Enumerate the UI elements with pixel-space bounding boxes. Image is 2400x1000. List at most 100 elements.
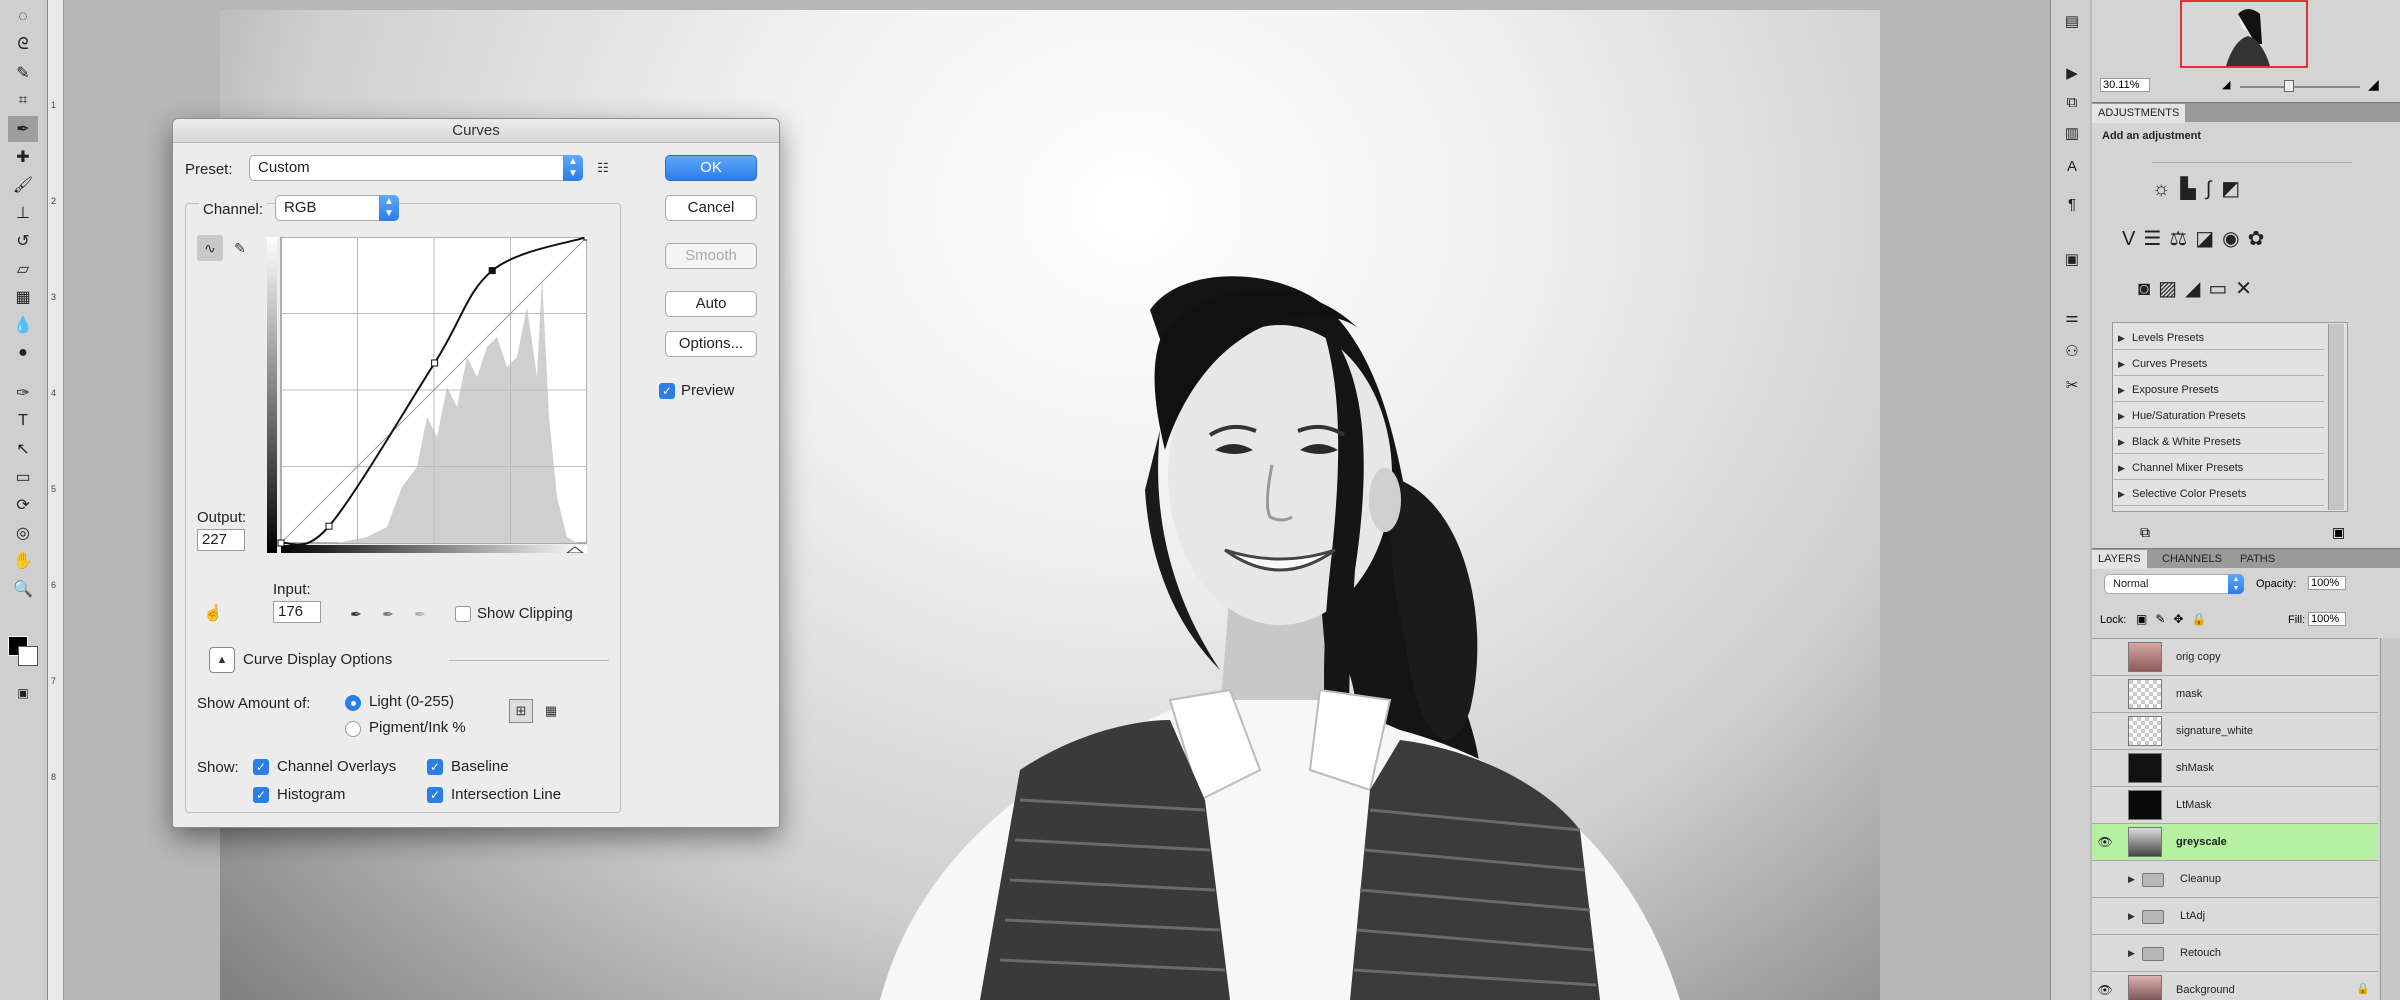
clone-stamp-tool-icon[interactable]: ⊥ (8, 200, 38, 226)
pencil-draw-icon[interactable]: ✎ (227, 235, 253, 261)
cancel-button[interactable]: Cancel (665, 195, 757, 221)
input-field[interactable]: 176 (273, 601, 321, 623)
history-brush-tool-icon[interactable]: ↺ (8, 228, 38, 254)
hand-tool-icon[interactable]: ✋ (8, 548, 38, 574)
baseline-checkbox[interactable]: ✓ (427, 759, 443, 775)
layer-row[interactable]: mask (2092, 676, 2378, 713)
preview-checkbox[interactable]: ✓ (659, 383, 675, 399)
tab-adjustments[interactable]: ADJUSTMENTS (2092, 104, 2186, 123)
preset-item[interactable]: Curves Presets (2114, 352, 2324, 376)
layer-row[interactable]: 👁 greyscale (2092, 824, 2378, 861)
collapse-toggle-icon[interactable]: ▲ (209, 647, 235, 673)
color-balance-icon[interactable]: ⚖ (2169, 228, 2195, 250)
channel-select[interactable]: RGB ▲ ▼ (275, 195, 399, 221)
intersection-line-checkbox[interactable]: ✓ (427, 787, 443, 803)
preset-item[interactable]: Hue/Saturation Presets (2114, 404, 2324, 428)
show-clipping-checkbox[interactable] (455, 606, 471, 622)
brush-tool-icon[interactable]: 🖌 (8, 172, 38, 198)
preset-options-icon[interactable]: ☷ (593, 157, 613, 179)
type-tool-icon[interactable]: T (8, 408, 38, 434)
curve-edit-point-icon[interactable]: ∿ (197, 235, 223, 261)
group-expand-icon[interactable]: ▶ (2128, 935, 2135, 972)
tab-channels[interactable]: CHANNELS (2156, 550, 2228, 569)
exposure-icon[interactable]: ◩ (2221, 178, 2250, 200)
quick-select-tool-icon[interactable]: ✎ (8, 60, 38, 86)
layers-scrollbar[interactable] (2380, 638, 2400, 1000)
clip-to-layer-icon[interactable]: ▣ (2332, 524, 2345, 541)
preset-item[interactable]: Selective Color Presets (2114, 482, 2324, 506)
histogram-checkbox[interactable]: ✓ (253, 787, 269, 803)
zoom-slider-track[interactable] (2240, 86, 2360, 88)
group-expand-icon[interactable]: ▶ (2128, 861, 2135, 898)
visibility-eye-icon[interactable] (2096, 796, 2114, 814)
curve-control-point[interactable] (583, 237, 587, 241)
quick-mask-icon[interactable]: ▣ (8, 680, 38, 706)
visibility-eye-icon[interactable] (2096, 944, 2114, 962)
visibility-eye-icon[interactable] (2096, 870, 2114, 888)
info-panel-icon[interactable]: ▣ (2061, 250, 2083, 272)
curve-display-options-label[interactable]: Curve Display Options (243, 651, 392, 668)
visibility-eye-icon[interactable] (2096, 648, 2114, 666)
lasso-tool-icon[interactable]: ᘓ (8, 32, 38, 58)
blur-tool-icon[interactable]: 💧 (8, 312, 38, 338)
gray-eyedropper-icon[interactable]: ✒ (377, 603, 399, 625)
paragraph-panel-icon[interactable]: ¶ (2061, 196, 2083, 218)
gradient-map-icon[interactable]: ▭ (2208, 278, 2235, 300)
gradient-tool-icon[interactable]: ▦ (8, 284, 38, 310)
curve-graph[interactable] (267, 237, 587, 553)
background-color-swatch[interactable] (18, 646, 38, 666)
layer-row[interactable]: shMask (2092, 750, 2378, 787)
pigment-radio[interactable] (345, 721, 361, 737)
channel-mixer-icon[interactable]: ✿ (2248, 228, 2273, 250)
history-panel-icon[interactable]: ⧉ (2061, 94, 2083, 116)
preset-item[interactable]: Black & White Presets (2114, 430, 2324, 454)
layer-row[interactable]: LtMask (2092, 787, 2378, 824)
visibility-eye-icon[interactable] (2096, 907, 2114, 925)
hue-saturation-icon[interactable]: ☰ (2143, 228, 2169, 250)
pen-tool-icon[interactable]: ✑ (8, 380, 38, 406)
3d-camera-tool-icon[interactable]: ◎ (8, 520, 38, 546)
layer-row[interactable]: signature_white (2092, 713, 2378, 750)
3d-rotate-tool-icon[interactable]: ⟳ (8, 492, 38, 518)
histogram-panel-icon[interactable]: ▤ (2061, 12, 2083, 34)
white-eyedropper-icon[interactable]: ✒ (409, 603, 431, 625)
curve-control-point[interactable] (277, 539, 285, 547)
options-button[interactable]: Options... (665, 331, 757, 357)
vibrance-icon[interactable]: V (2122, 228, 2143, 250)
layer-row[interactable]: ▶ LtAdj (2092, 898, 2378, 935)
zoom-out-icon[interactable]: ◢ (2222, 78, 2230, 91)
light-radio[interactable] (345, 695, 361, 711)
preset-item[interactable]: Channel Mixer Presets (2114, 456, 2324, 480)
levels-icon[interactable]: ▙ (2180, 178, 2205, 200)
curves-icon[interactable]: ∫ (2206, 178, 2221, 200)
threshold-icon[interactable]: ◢ (2185, 278, 2208, 300)
blend-mode-select[interactable]: Normal ▲ ▼ (2104, 574, 2244, 594)
character-panel-icon[interactable]: A (2061, 158, 2083, 180)
swatches-panel-icon[interactable]: ▥ (2061, 124, 2083, 146)
visibility-eye-icon[interactable] (2096, 685, 2114, 703)
clone-source-panel-icon[interactable]: ⚇ (2061, 342, 2083, 364)
fill-field[interactable]: 100% (2308, 612, 2346, 626)
on-image-adjust-icon[interactable]: ☝ (201, 601, 225, 625)
tab-paths[interactable]: PATHS (2234, 550, 2281, 569)
photo-filter-icon[interactable]: ◉ (2222, 228, 2247, 250)
visibility-eye-icon[interactable] (2096, 759, 2114, 777)
curve-control-point[interactable] (431, 359, 439, 367)
layer-row[interactable]: 👁 Background 🔒 (2092, 972, 2378, 1000)
shape-tool-icon[interactable]: ▭ (8, 464, 38, 490)
eraser-tool-icon[interactable]: ▱ (8, 256, 38, 282)
black-eyedropper-icon[interactable]: ✒ (345, 603, 367, 625)
visibility-eye-icon[interactable]: 👁 (2096, 833, 2114, 851)
tool-presets-panel-icon[interactable]: ✂ (2061, 376, 2083, 398)
black-white-icon[interactable]: ◪ (2195, 228, 2222, 250)
curve-control-point[interactable] (488, 267, 496, 275)
return-to-list-icon[interactable]: ⧉ (2140, 524, 2150, 541)
preset-item[interactable]: Levels Presets (2114, 326, 2324, 350)
channel-overlays-checkbox[interactable]: ✓ (253, 759, 269, 775)
selective-color-icon[interactable]: ✕ (2235, 278, 2260, 300)
preset-select[interactable]: Custom ▲ ▼ (249, 155, 583, 181)
marquee-tool-icon[interactable]: ◌ (8, 4, 38, 30)
auto-button[interactable]: Auto (665, 291, 757, 317)
detailed-grid-icon[interactable]: ▦ (539, 699, 563, 723)
crop-tool-icon[interactable]: ⌗ (8, 88, 38, 114)
